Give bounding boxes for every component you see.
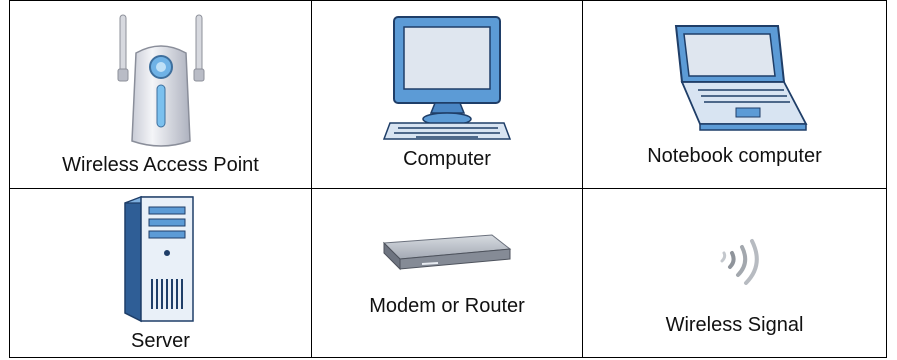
legend-cell-modem-router: Modem or Router bbox=[311, 188, 583, 358]
wireless-access-point-icon bbox=[10, 13, 311, 153]
legend-cell-notebook-computer: Notebook computer bbox=[582, 0, 887, 189]
computer-icon bbox=[312, 15, 582, 143]
legend-cell-wireless-signal: Wireless Signal bbox=[582, 188, 887, 358]
legend-label: Notebook computer bbox=[647, 145, 822, 167]
legend-row: Wireless Access Point Computer Notebook … bbox=[9, 0, 887, 189]
legend-label: Server bbox=[131, 330, 190, 352]
legend-cell-server: Server bbox=[9, 188, 312, 358]
notebook-computer-icon bbox=[583, 24, 886, 132]
legend-label: Modem or Router bbox=[369, 295, 525, 317]
device-legend-table: Wireless Access Point Computer Notebook … bbox=[9, 0, 887, 358]
legend-label: Wireless Access Point bbox=[62, 154, 259, 176]
legend-row: Server Modem or Router Wireless Signal bbox=[9, 188, 887, 358]
legend-label: Wireless Signal bbox=[665, 314, 804, 336]
server-icon bbox=[10, 195, 311, 325]
wireless-signal-icon bbox=[583, 227, 886, 297]
legend-cell-computer: Computer bbox=[311, 0, 583, 189]
legend-cell-wireless-access-point: Wireless Access Point bbox=[9, 0, 312, 189]
modem-router-icon bbox=[312, 233, 582, 273]
legend-label: Computer bbox=[403, 148, 491, 170]
